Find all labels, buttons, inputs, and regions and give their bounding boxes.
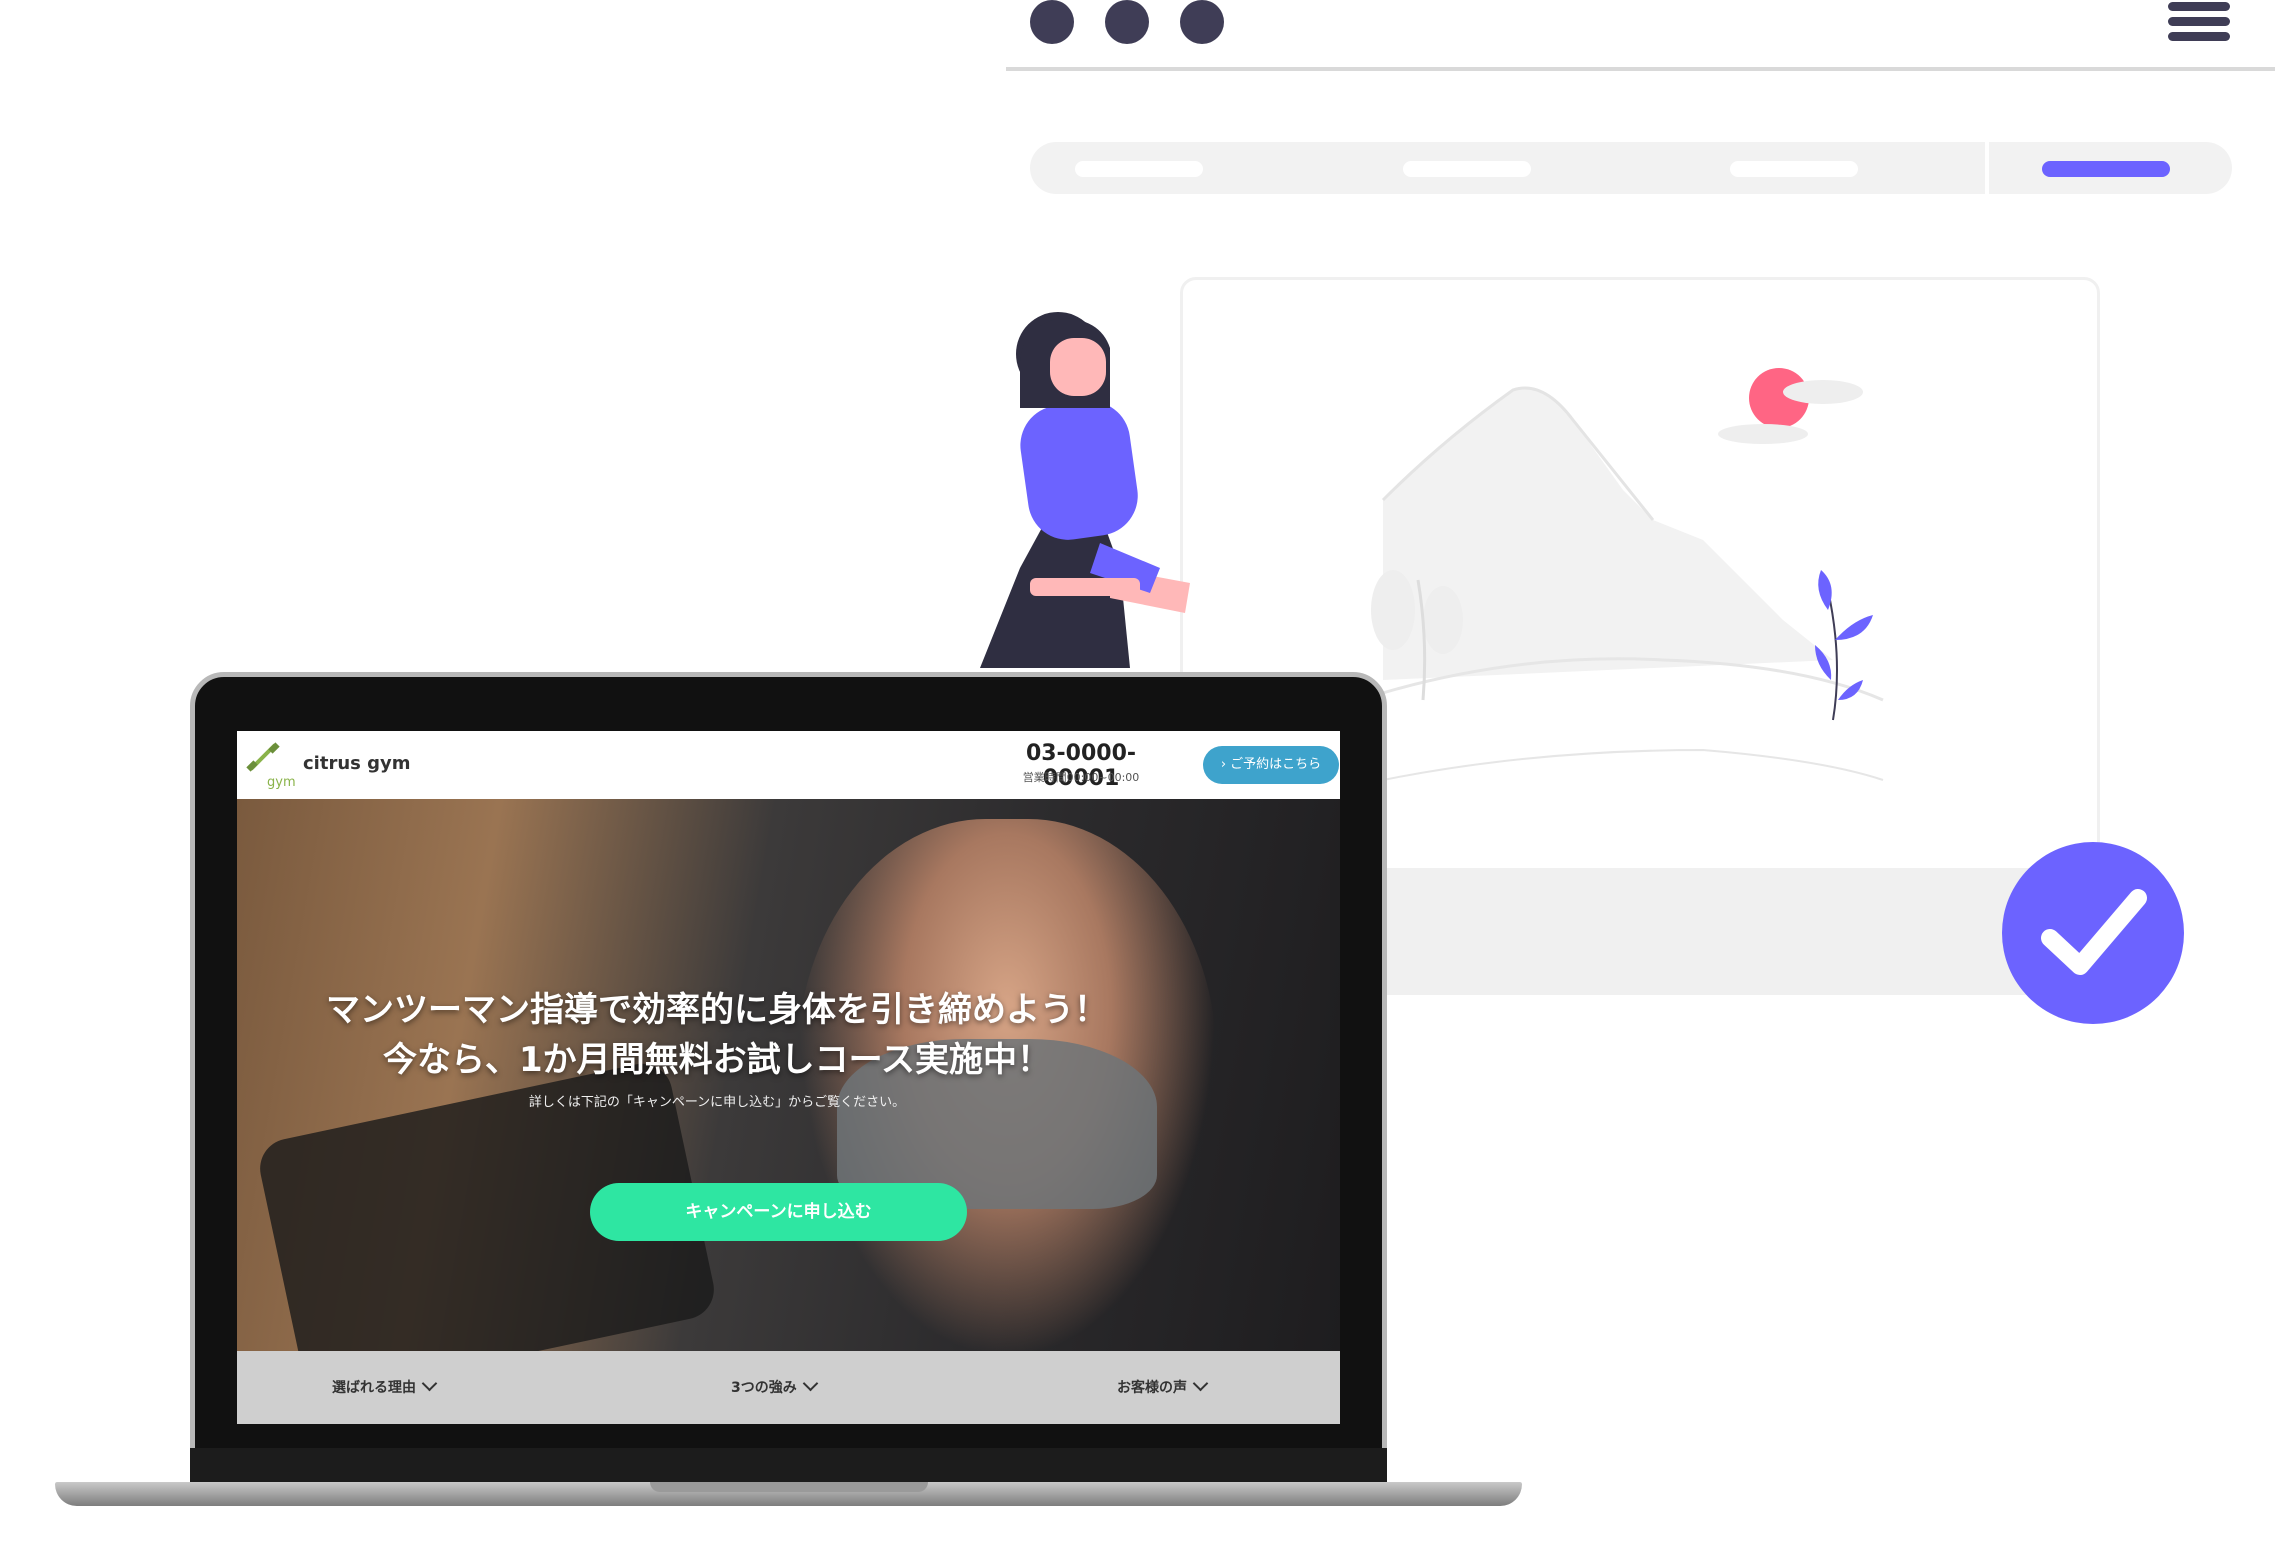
laptop-screen: gym citrus gym 03-0000-00001 営業時間00:00~0… [237,731,1340,1424]
site-header: gym citrus gym 03-0000-00001 営業時間00:00~0… [237,731,1340,799]
business-hours: 営業時間00:00~00:00 [1022,771,1140,784]
chevron-down-icon [421,1375,438,1392]
window-dot-red [1030,0,1074,44]
chevron-down-icon [1192,1375,1209,1392]
window-dot-green [1180,0,1224,44]
chevron-down-icon [802,1375,819,1392]
checkmark-icon [2041,889,2147,975]
woman-illustration [980,312,1190,668]
section-nav-reasons[interactable]: 選ばれる理由 [332,1375,438,1397]
brand-name[interactable]: citrus gym [303,753,411,774]
window-dot-yellow [1105,0,1149,44]
section-nav-label: 3つの強み [731,1380,797,1396]
hero-subtitle: 詳しくは下記の「キャンペーンに申し込む」からご覧ください。 [528,1095,906,1110]
logo-sub-text: gym [267,775,296,790]
nav-pill-active[interactable] [2042,161,2170,177]
hero-banner: マンツーマン指導で効率的に身体を引き締めよう！ 今なら、1か月間無料お試しコース… [237,799,1340,1351]
nav-pill[interactable] [1403,161,1531,177]
campaign-cta-button[interactable]: キャンペーンに申し込む [590,1183,967,1241]
dumbbell-logo-icon [246,742,280,772]
section-nav-strengths[interactable]: 3つの強み [731,1375,819,1397]
section-nav-label: お客様の声 [1117,1380,1187,1396]
reserve-button[interactable]: › ご予約はこちら [1203,746,1339,784]
hero-title-line2: 今なら、1か月間無料お試しコース実施中！ [383,1040,1051,1080]
hero-title-line1: マンツーマン指導で効率的に身体を引き締めよう！ [326,990,1108,1030]
hero-title: マンツーマン指導で効率的に身体を引き締めよう！ 今なら、1か月間無料お試しコース… [237,985,1197,1085]
nav-pill[interactable] [1730,161,1858,177]
illustration-nav-bar [1030,142,2232,194]
nav-separator [1985,142,1989,194]
laptop-notch [650,1482,928,1492]
nav-pill[interactable] [1075,161,1203,177]
checkmark-badge [2002,842,2184,1024]
section-nav: 選ばれる理由 3つの強み お客様の声 [237,1351,1340,1424]
browser-divider [1006,67,2275,71]
section-nav-testimonials[interactable]: お客様の声 [1117,1375,1209,1397]
section-nav-label: 選ばれる理由 [332,1380,416,1396]
hamburger-icon[interactable] [2168,2,2230,46]
